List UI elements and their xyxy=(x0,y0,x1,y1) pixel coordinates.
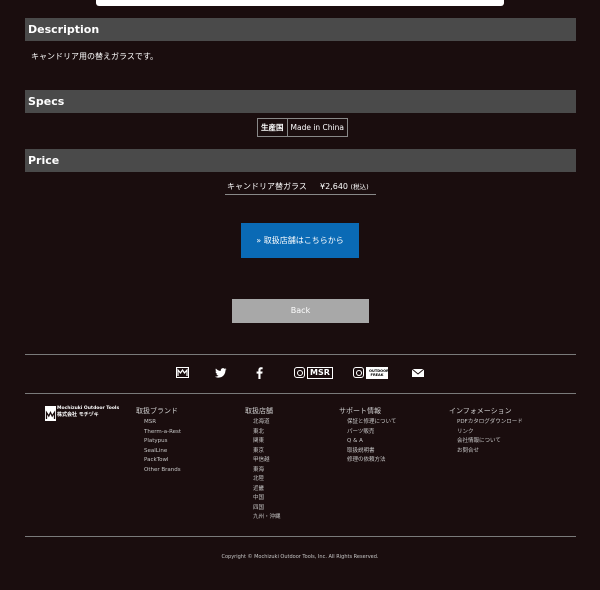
instagram-msr-icon[interactable]: MSR xyxy=(294,365,333,380)
footer-col-stores: 取扱店舗 北海道 東北 関東 東京 甲信越 東海 北陸 近畿 中国 四国 九州・… xyxy=(245,406,281,523)
mochizuki-logo-icon[interactable] xyxy=(176,365,189,380)
footer-link[interactable]: 九州・沖縄 xyxy=(245,513,281,523)
footer-link[interactable]: 甲信越 xyxy=(245,456,281,466)
specs-heading: Specs xyxy=(25,90,576,113)
footer-link[interactable]: 関東 xyxy=(245,437,281,447)
mail-icon[interactable] xyxy=(412,365,424,380)
footer-col-heading: サポート情報 xyxy=(339,407,381,415)
facebook-icon[interactable] xyxy=(256,365,263,380)
specs-row: 生産国 Made in China xyxy=(257,118,348,137)
footer-link[interactable]: SealLine xyxy=(136,447,181,457)
copyright: Copyright © Mochizuki Outdoor Tools, Inc… xyxy=(221,554,379,560)
footer-link[interactable]: 東京 xyxy=(245,447,281,457)
footer-col-heading: インフォメーション xyxy=(449,407,512,415)
msr-label: MSR xyxy=(307,366,333,379)
price-value: ¥2,640 xyxy=(320,182,348,191)
footer-link[interactable]: Q & A xyxy=(339,437,396,447)
instagram-icon xyxy=(294,367,305,378)
instagram-icon xyxy=(353,367,364,378)
footer-link[interactable]: 東北 xyxy=(245,428,281,438)
price-item-name: キャンドリア替ガラス xyxy=(227,182,307,191)
footer-link[interactable]: PackTowl xyxy=(136,456,181,466)
footer-link[interactable]: Other Brands xyxy=(136,466,181,476)
price-heading: Price xyxy=(25,149,576,172)
price-row: キャンドリア替ガラス ¥2,640 (税込) xyxy=(225,180,376,195)
logo-mark-icon xyxy=(45,406,56,421)
shop-list-button[interactable]: » 取扱店舗はこちらから xyxy=(241,223,359,258)
outdoor-label: OUTDOOR FREAK xyxy=(366,366,389,379)
price-value-wrap: ¥2,640 (税込) xyxy=(320,181,369,191)
footer-link[interactable]: 会社情報について xyxy=(449,437,523,447)
twitter-icon[interactable] xyxy=(215,365,227,380)
footer-link[interactable]: 北陸 xyxy=(245,475,281,485)
footer-col-heading: 取扱ブランド xyxy=(136,407,178,415)
description-heading: Description xyxy=(25,18,576,41)
footer-link[interactable]: 取扱説明書 xyxy=(339,447,396,457)
logo-line2: 株式会社 モチヅキ xyxy=(57,412,99,418)
footer-link[interactable]: PDFカタログダウンロード xyxy=(449,418,523,428)
price-tax: (税込) xyxy=(350,183,369,191)
footer-col-info: インフォメーション PDFカタログダウンロード リンク 会社情報について お問合… xyxy=(449,406,523,456)
back-button[interactable]: Back xyxy=(232,299,369,323)
footer-link[interactable]: 近畿 xyxy=(245,485,281,495)
footer-col-support: サポート情報 保証と修理について パーツ販売 Q & A 取扱説明書 修理の依頼… xyxy=(339,406,396,466)
footer-link[interactable]: リンク xyxy=(449,428,523,438)
footer-col-brands: 取扱ブランド MSR Therm-a-Rest Platypus SealLin… xyxy=(136,406,181,475)
instagram-outdoor-icon[interactable]: OUTDOOR FREAK xyxy=(353,365,389,380)
footer-link[interactable]: 四国 xyxy=(245,504,281,514)
footer-link[interactable]: 修理の依頼方法 xyxy=(339,456,396,466)
footer-link[interactable]: Therm-a-Rest xyxy=(136,428,181,438)
footer-link[interactable]: お問合せ xyxy=(449,447,523,457)
specs-table: 生産国 Made in China xyxy=(257,118,348,137)
footer-link[interactable]: 東海 xyxy=(245,466,281,476)
footer-col-heading: 取扱店舗 xyxy=(245,407,273,415)
footer-divider-mid xyxy=(25,393,576,394)
outdoor-label-2: FREAK xyxy=(370,372,384,377)
footer-link[interactable]: 中国 xyxy=(245,494,281,504)
footer-link[interactable]: 保証と修理について xyxy=(339,418,396,428)
description-text: キャンドリア用の替えガラスです。 xyxy=(31,52,159,61)
footer-link[interactable]: 北海道 xyxy=(245,418,281,428)
footer-divider-top xyxy=(25,354,576,355)
footer-divider-bottom xyxy=(25,536,576,537)
footer-link[interactable]: MSR xyxy=(136,418,181,428)
specs-label: 生産国 xyxy=(257,118,288,137)
footer-link[interactable]: パーツ販売 xyxy=(339,428,396,438)
footer-link[interactable]: Platypus xyxy=(136,437,181,447)
top-search-box xyxy=(96,0,504,6)
specs-value: Made in China xyxy=(286,118,348,137)
